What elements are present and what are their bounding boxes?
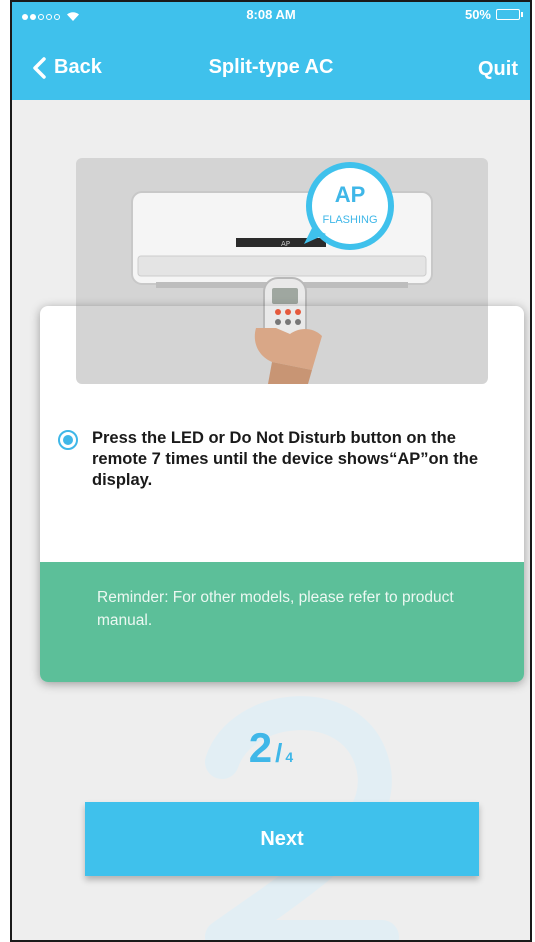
status-bar: 8:08 AM 50% bbox=[12, 2, 530, 30]
reminder-text: Reminder: For other models, please refer… bbox=[97, 589, 454, 629]
reminder-banner: Reminder: For other models, please refer… bbox=[40, 562, 524, 682]
page-title: Split-type AC bbox=[208, 56, 334, 78]
navigation-bar: Back Split-type AC Quit bbox=[12, 52, 530, 88]
step-separator: / bbox=[275, 738, 283, 768]
next-button[interactable]: Next bbox=[85, 802, 479, 876]
battery-indicator: 50% bbox=[464, 7, 523, 22]
quit-button[interactable]: Quit bbox=[478, 58, 518, 81]
status-time: 8:08 AM bbox=[246, 7, 296, 22]
ac-display-text: AP bbox=[281, 240, 290, 248]
step-total: 4 bbox=[285, 749, 294, 765]
badge-sub-text: FLASHING bbox=[322, 214, 377, 226]
step-indicator: 2/4 bbox=[12, 724, 530, 772]
phone-screen: 8:08 AM 50% Back Split-type AC Quit AP A… bbox=[10, 0, 532, 942]
ap-badge-icon: AP FLASHING bbox=[304, 162, 394, 250]
badge-main-text: AP bbox=[335, 182, 366, 207]
battery-percent: 50% bbox=[464, 7, 491, 22]
hand-remote-icon bbox=[254, 306, 322, 384]
app-header: 8:08 AM 50% Back Split-type AC Quit bbox=[12, 2, 530, 100]
instruction-radio[interactable] bbox=[58, 430, 78, 450]
instruction-card: Press the LED or Do Not Disturb button o… bbox=[40, 306, 524, 682]
illustration-overlap bbox=[76, 306, 488, 384]
instruction-option: Press the LED or Do Not Disturb button o… bbox=[58, 428, 508, 491]
battery-icon bbox=[496, 9, 523, 20]
instruction-text: Press the LED or Do Not Disturb button o… bbox=[92, 429, 479, 489]
step-current: 2 bbox=[248, 724, 273, 771]
